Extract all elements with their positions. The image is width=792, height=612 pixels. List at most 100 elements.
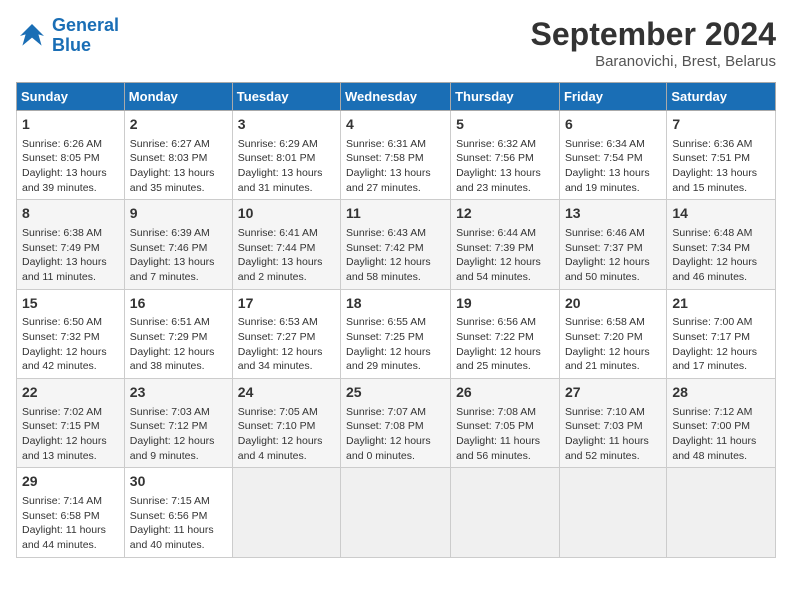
cell-info: Sunrise: 6:27 AMSunset: 8:03 PMDaylight:… bbox=[130, 137, 227, 196]
day-number: 2 bbox=[130, 115, 227, 135]
calendar-cell: 13Sunrise: 6:46 AMSunset: 7:37 PMDayligh… bbox=[559, 200, 666, 289]
day-number: 18 bbox=[346, 294, 445, 314]
cell-info: Sunrise: 6:38 AMSunset: 7:49 PMDaylight:… bbox=[22, 226, 119, 285]
calendar-cell: 9Sunrise: 6:39 AMSunset: 7:46 PMDaylight… bbox=[124, 200, 232, 289]
calendar-cell: 24Sunrise: 7:05 AMSunset: 7:10 PMDayligh… bbox=[232, 379, 340, 468]
day-number: 12 bbox=[456, 204, 554, 224]
day-number: 14 bbox=[672, 204, 770, 224]
calendar-cell: 14Sunrise: 6:48 AMSunset: 7:34 PMDayligh… bbox=[667, 200, 776, 289]
calendar-cell: 16Sunrise: 6:51 AMSunset: 7:29 PMDayligh… bbox=[124, 289, 232, 378]
cell-info: Sunrise: 7:02 AMSunset: 7:15 PMDaylight:… bbox=[22, 405, 119, 464]
calendar-body: 1Sunrise: 6:26 AMSunset: 8:05 PMDaylight… bbox=[17, 111, 776, 558]
calendar-cell bbox=[559, 468, 666, 557]
day-number: 30 bbox=[130, 472, 227, 492]
day-number: 22 bbox=[22, 383, 119, 403]
calendar-cell: 7Sunrise: 6:36 AMSunset: 7:51 PMDaylight… bbox=[667, 111, 776, 200]
calendar-cell: 5Sunrise: 6:32 AMSunset: 7:56 PMDaylight… bbox=[451, 111, 560, 200]
day-number: 1 bbox=[22, 115, 119, 135]
cell-info: Sunrise: 6:58 AMSunset: 7:20 PMDaylight:… bbox=[565, 315, 661, 374]
day-number: 20 bbox=[565, 294, 661, 314]
calendar-cell: 23Sunrise: 7:03 AMSunset: 7:12 PMDayligh… bbox=[124, 379, 232, 468]
calendar-cell: 27Sunrise: 7:10 AMSunset: 7:03 PMDayligh… bbox=[559, 379, 666, 468]
cell-info: Sunrise: 6:44 AMSunset: 7:39 PMDaylight:… bbox=[456, 226, 554, 285]
calendar-cell bbox=[232, 468, 340, 557]
day-number: 25 bbox=[346, 383, 445, 403]
day-number: 26 bbox=[456, 383, 554, 403]
cell-info: Sunrise: 6:43 AMSunset: 7:42 PMDaylight:… bbox=[346, 226, 445, 285]
header-day-wednesday: Wednesday bbox=[341, 83, 451, 111]
cell-info: Sunrise: 7:15 AMSunset: 6:56 PMDaylight:… bbox=[130, 494, 227, 553]
calendar-cell: 21Sunrise: 7:00 AMSunset: 7:17 PMDayligh… bbox=[667, 289, 776, 378]
calendar-cell bbox=[451, 468, 560, 557]
day-number: 9 bbox=[130, 204, 227, 224]
calendar-week-5: 29Sunrise: 7:14 AMSunset: 6:58 PMDayligh… bbox=[17, 468, 776, 557]
cell-info: Sunrise: 7:14 AMSunset: 6:58 PMDaylight:… bbox=[22, 494, 119, 553]
calendar-cell: 17Sunrise: 6:53 AMSunset: 7:27 PMDayligh… bbox=[232, 289, 340, 378]
calendar-cell: 20Sunrise: 6:58 AMSunset: 7:20 PMDayligh… bbox=[559, 289, 666, 378]
day-number: 8 bbox=[22, 204, 119, 224]
location-subtitle: Baranovichi, Brest, Belarus bbox=[531, 53, 776, 70]
cell-info: Sunrise: 7:12 AMSunset: 7:00 PMDaylight:… bbox=[672, 405, 770, 464]
cell-info: Sunrise: 6:26 AMSunset: 8:05 PMDaylight:… bbox=[22, 137, 119, 196]
cell-info: Sunrise: 6:50 AMSunset: 7:32 PMDaylight:… bbox=[22, 315, 119, 374]
calendar-cell: 10Sunrise: 6:41 AMSunset: 7:44 PMDayligh… bbox=[232, 200, 340, 289]
calendar-cell: 3Sunrise: 6:29 AMSunset: 8:01 PMDaylight… bbox=[232, 111, 340, 200]
day-number: 6 bbox=[565, 115, 661, 135]
calendar-cell: 11Sunrise: 6:43 AMSunset: 7:42 PMDayligh… bbox=[341, 200, 451, 289]
cell-info: Sunrise: 6:39 AMSunset: 7:46 PMDaylight:… bbox=[130, 226, 227, 285]
day-number: 11 bbox=[346, 204, 445, 224]
calendar-cell: 1Sunrise: 6:26 AMSunset: 8:05 PMDaylight… bbox=[17, 111, 125, 200]
calendar-cell: 29Sunrise: 7:14 AMSunset: 6:58 PMDayligh… bbox=[17, 468, 125, 557]
day-number: 3 bbox=[238, 115, 335, 135]
day-number: 28 bbox=[672, 383, 770, 403]
month-title: September 2024 bbox=[531, 16, 776, 53]
cell-info: Sunrise: 6:48 AMSunset: 7:34 PMDaylight:… bbox=[672, 226, 770, 285]
calendar-cell: 18Sunrise: 6:55 AMSunset: 7:25 PMDayligh… bbox=[341, 289, 451, 378]
day-number: 13 bbox=[565, 204, 661, 224]
day-number: 5 bbox=[456, 115, 554, 135]
cell-info: Sunrise: 6:46 AMSunset: 7:37 PMDaylight:… bbox=[565, 226, 661, 285]
calendar-table: SundayMondayTuesdayWednesdayThursdayFrid… bbox=[16, 82, 776, 558]
header-day-friday: Friday bbox=[559, 83, 666, 111]
day-number: 15 bbox=[22, 294, 119, 314]
day-number: 24 bbox=[238, 383, 335, 403]
calendar-week-1: 1Sunrise: 6:26 AMSunset: 8:05 PMDaylight… bbox=[17, 111, 776, 200]
cell-info: Sunrise: 7:08 AMSunset: 7:05 PMDaylight:… bbox=[456, 405, 554, 464]
day-number: 7 bbox=[672, 115, 770, 135]
cell-info: Sunrise: 6:32 AMSunset: 7:56 PMDaylight:… bbox=[456, 137, 554, 196]
day-number: 10 bbox=[238, 204, 335, 224]
cell-info: Sunrise: 6:29 AMSunset: 8:01 PMDaylight:… bbox=[238, 137, 335, 196]
header-day-monday: Monday bbox=[124, 83, 232, 111]
cell-info: Sunrise: 6:31 AMSunset: 7:58 PMDaylight:… bbox=[346, 137, 445, 196]
calendar-cell: 12Sunrise: 6:44 AMSunset: 7:39 PMDayligh… bbox=[451, 200, 560, 289]
calendar-week-4: 22Sunrise: 7:02 AMSunset: 7:15 PMDayligh… bbox=[17, 379, 776, 468]
cell-info: Sunrise: 6:55 AMSunset: 7:25 PMDaylight:… bbox=[346, 315, 445, 374]
calendar-cell: 15Sunrise: 6:50 AMSunset: 7:32 PMDayligh… bbox=[17, 289, 125, 378]
day-number: 23 bbox=[130, 383, 227, 403]
title-block: September 2024 Baranovichi, Brest, Belar… bbox=[531, 16, 776, 70]
cell-info: Sunrise: 7:03 AMSunset: 7:12 PMDaylight:… bbox=[130, 405, 227, 464]
header-day-tuesday: Tuesday bbox=[232, 83, 340, 111]
calendar-cell: 6Sunrise: 6:34 AMSunset: 7:54 PMDaylight… bbox=[559, 111, 666, 200]
header-day-thursday: Thursday bbox=[451, 83, 560, 111]
cell-info: Sunrise: 6:41 AMSunset: 7:44 PMDaylight:… bbox=[238, 226, 335, 285]
calendar-cell bbox=[341, 468, 451, 557]
header-day-sunday: Sunday bbox=[17, 83, 125, 111]
cell-info: Sunrise: 7:10 AMSunset: 7:03 PMDaylight:… bbox=[565, 405, 661, 464]
calendar-cell: 19Sunrise: 6:56 AMSunset: 7:22 PMDayligh… bbox=[451, 289, 560, 378]
header-row: SundayMondayTuesdayWednesdayThursdayFrid… bbox=[17, 83, 776, 111]
calendar-cell: 28Sunrise: 7:12 AMSunset: 7:00 PMDayligh… bbox=[667, 379, 776, 468]
logo-text: General Blue bbox=[52, 16, 119, 56]
page-header: General Blue September 2024 Baranovichi,… bbox=[16, 16, 776, 70]
logo: General Blue bbox=[16, 16, 119, 56]
calendar-week-3: 15Sunrise: 6:50 AMSunset: 7:32 PMDayligh… bbox=[17, 289, 776, 378]
day-number: 16 bbox=[130, 294, 227, 314]
day-number: 19 bbox=[456, 294, 554, 314]
calendar-header: SundayMondayTuesdayWednesdayThursdayFrid… bbox=[17, 83, 776, 111]
cell-info: Sunrise: 6:34 AMSunset: 7:54 PMDaylight:… bbox=[565, 137, 661, 196]
day-number: 4 bbox=[346, 115, 445, 135]
cell-info: Sunrise: 6:51 AMSunset: 7:29 PMDaylight:… bbox=[130, 315, 227, 374]
logo-icon bbox=[16, 20, 48, 52]
day-number: 29 bbox=[22, 472, 119, 492]
calendar-cell: 25Sunrise: 7:07 AMSunset: 7:08 PMDayligh… bbox=[341, 379, 451, 468]
